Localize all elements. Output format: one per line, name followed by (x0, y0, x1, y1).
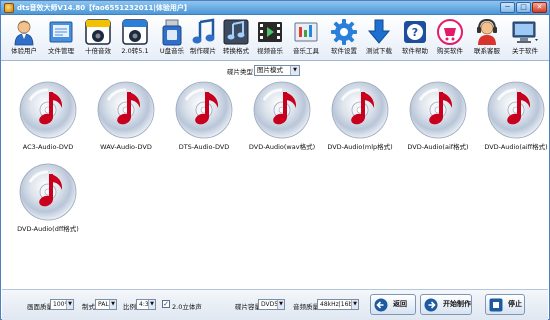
audio-disc-icon (175, 81, 233, 139)
user-avatar-icon (14, 20, 34, 46)
window-title: dts音效大师V14.80【fao6551232011|体验用户】 (17, 4, 191, 12)
audio-quality-select[interactable]: 48kHz|16bit ▼ (317, 299, 359, 310)
disc-type-value: 图片模式 (257, 66, 283, 74)
title-bar[interactable]: dts音效大师V14.80【fao6551232011|体验用户】 ─ □ ✕ (1, 1, 549, 15)
chevron-down-icon: ▼ (290, 66, 299, 75)
about-icon (512, 21, 538, 43)
arrow-right-icon (424, 298, 438, 312)
audio-disc-icon (19, 163, 77, 221)
disc-item[interactable]: DVD-Audio(dff格式) (10, 162, 86, 242)
music-tools-icon (294, 22, 318, 42)
toolbar-about-label: 关于软件 (512, 47, 538, 55)
maximize-button[interactable]: □ (516, 2, 531, 13)
toolbar-about-button[interactable]: 关于软件 (506, 17, 544, 59)
music-note-icon (192, 18, 215, 44)
start-button-label: 开始制作 (443, 300, 471, 308)
disc-item[interactable]: DVD-Audio(wav格式) (244, 80, 320, 160)
back-button-label: 返回 (393, 300, 407, 308)
help-icon: ? (404, 21, 426, 43)
convert-format-icon (223, 19, 249, 45)
app-logo-icon (4, 3, 14, 13)
arrow-left-icon (374, 298, 388, 312)
window-controls: ─ □ ✕ (500, 2, 547, 13)
capacity-select[interactable]: DVD5 ▼ (258, 299, 285, 310)
disc-item[interactable]: DVD-Audio(aif格式) (400, 80, 476, 160)
audio-disc-icon (19, 81, 77, 139)
disc-item[interactable]: WAV-Audio-DVD (88, 80, 164, 160)
close-button[interactable]: ✕ (532, 2, 547, 13)
stop-button-label: 停止 (508, 300, 522, 308)
disc-item-label: DVD-Audio(dff格式) (17, 225, 79, 233)
disc-item[interactable]: AC3-Audio-DVD (10, 80, 86, 160)
chevron-down-icon: ▼ (148, 300, 155, 309)
disc-item[interactable]: DVD-Audio(mlp格式) (322, 80, 398, 160)
usb-drive-icon (162, 19, 182, 46)
disc-item[interactable]: DTS-Audio-DVD (166, 80, 242, 160)
ten-times-sound-icon (85, 19, 111, 45)
surround-convert-icon (122, 19, 148, 45)
download-arrow-icon (367, 19, 391, 44)
start-button[interactable]: 开始制作 (420, 294, 472, 315)
bottom-settings-bar: 画面质量 100% ▼ 制式 PAL ▼ 比例 4:3 ▼ ✓ 2.0立体声 碟… (2, 289, 548, 320)
app-window: dts音效大师V14.80【fao6551232011|体验用户】 ─ □ ✕ … (0, 0, 550, 320)
back-button[interactable]: 返回 (370, 294, 416, 315)
ratio-label: 比例 (123, 303, 136, 311)
video-music-icon (258, 22, 282, 42)
chevron-down-icon: ▼ (66, 300, 73, 309)
chevron-down-icon: ▼ (109, 300, 116, 309)
disc-item-label: DVD-Audio(aiff格式) (484, 143, 548, 151)
audio-disc-icon (253, 81, 311, 139)
chevron-down-icon: ▼ (277, 300, 284, 309)
gear-icon (331, 19, 357, 45)
disc-list-panel: 碟片类型 图片模式 ▼ AC3-Audio-DVD WAV-Audio-DVD DT… (2, 62, 548, 288)
main-toolbar: 体验用户 文件管理 十倍音效 2.0转5.1 U盘音乐 制作碟片 转换格式 视频… (1, 15, 549, 61)
stereo-label: 2.0立体声 (172, 303, 202, 311)
folder-icon (49, 21, 73, 43)
audio-quality-label: 音频质量 (293, 303, 319, 311)
stop-icon (489, 298, 503, 312)
stop-button[interactable]: 停止 (485, 294, 525, 315)
format-value: PAL (98, 301, 109, 308)
ratio-select[interactable]: 4:3 ▼ (136, 299, 156, 310)
minimize-button[interactable]: ─ (500, 2, 515, 13)
audio-disc-icon (409, 81, 467, 139)
buy-icon (437, 19, 463, 45)
audio-disc-icon (487, 81, 545, 139)
disc-type-row: 碟片类型 图片模式 ▼ (2, 65, 548, 77)
audio-disc-icon (97, 81, 155, 139)
format-select[interactable]: PAL ▼ (95, 299, 117, 310)
disc-type-select[interactable]: 图片模式 ▼ (254, 65, 300, 76)
svg-text:?: ? (412, 26, 418, 39)
audio-disc-icon (331, 81, 389, 139)
stereo-checkbox[interactable]: ✓ (162, 300, 170, 308)
chevron-down-icon: ▼ (351, 300, 358, 309)
disc-type-label: 碟片类型 (227, 68, 253, 76)
capacity-value: DVD5 (261, 301, 279, 308)
quality-select[interactable]: 100% ▼ (50, 299, 74, 310)
customer-service-icon (477, 18, 497, 45)
disc-item[interactable]: DVD-Audio(aiff格式) (478, 80, 550, 160)
format-label: 制式 (82, 303, 95, 311)
